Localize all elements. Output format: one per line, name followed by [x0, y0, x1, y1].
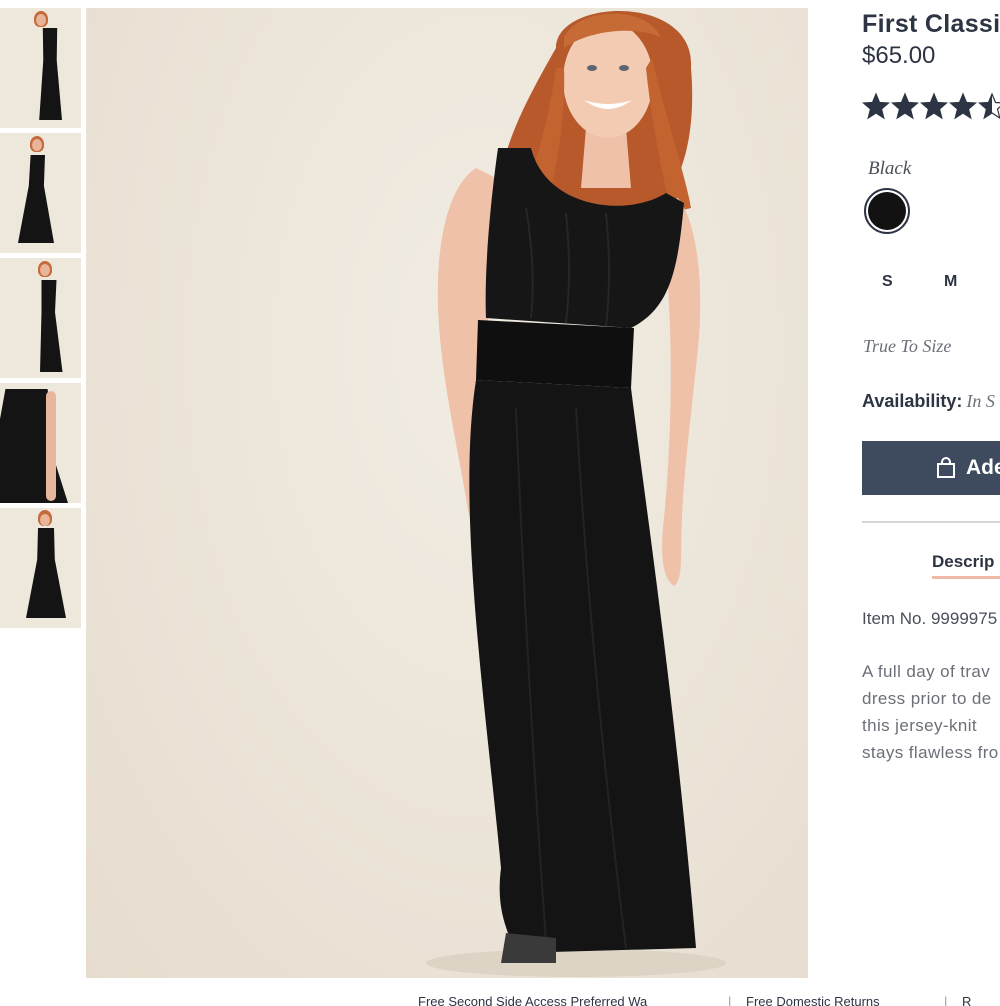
footer-separator: |: [944, 994, 947, 1006]
add-to-bag-button[interactable]: Ade: [862, 441, 1000, 495]
availability-label: Availability:: [862, 391, 962, 411]
tab-description[interactable]: Descrip: [932, 552, 994, 572]
product-info-panel: First Classi $65.00 Black S M True To Si…: [862, 0, 1000, 1000]
footer-link-other[interactable]: R: [962, 994, 971, 1006]
star-icon: [891, 92, 919, 120]
thumbnail-figure-head: [40, 264, 50, 276]
footer-separator: |: [728, 994, 731, 1006]
thumbnail-figure-head: [32, 139, 42, 151]
thumbnail-1[interactable]: [0, 8, 81, 128]
section-divider: [862, 521, 1000, 523]
product-description: A full day of trav dress prior to de thi…: [862, 658, 1000, 766]
swatch-fill: [868, 192, 906, 230]
color-label: Black: [868, 158, 911, 180]
thumbnail-figure-head: [40, 514, 50, 526]
thumbnail-5[interactable]: [0, 508, 81, 628]
star-icon: [949, 92, 977, 120]
star-icon: [978, 92, 1000, 120]
footer-benefits-bar: Free Second Side Access Preferred Wa | F…: [400, 986, 1000, 1006]
description-line: dress prior to de: [862, 685, 1000, 712]
thumbnail-dress: [34, 280, 64, 372]
thumbnail-dress: [26, 528, 66, 618]
shopping-bag-icon: [936, 457, 956, 479]
thumbnail-3[interactable]: [0, 258, 81, 378]
main-product-image[interactable]: [86, 8, 808, 978]
thumbnail-2[interactable]: [0, 133, 81, 253]
size-option-m[interactable]: M: [944, 273, 957, 291]
star-icon: [920, 92, 948, 120]
thumbnail-dress: [0, 383, 68, 503]
description-line: this jersey-knit: [862, 712, 1000, 739]
size-option-s[interactable]: S: [882, 273, 893, 291]
product-title: First Classi: [862, 10, 1000, 39]
thumbnail-4[interactable]: [0, 383, 81, 503]
availability-value: In S: [966, 391, 995, 411]
footer-link-returns[interactable]: Free Domestic Returns: [746, 994, 880, 1006]
color-swatch-black[interactable]: [864, 188, 910, 234]
thumbnail-figure-head: [36, 14, 46, 26]
add-to-bag-label: Ade: [966, 456, 1000, 480]
thumbnail-dress: [38, 28, 62, 120]
tab-active-indicator: [932, 576, 1000, 579]
thumbnail-arm: [46, 391, 56, 501]
fit-note: True To Size: [863, 336, 951, 357]
availability: Availability:In S: [862, 391, 995, 412]
star-icon: [862, 92, 890, 120]
product-price: $65.00: [862, 42, 935, 70]
item-number: Item No. 9999975: [862, 609, 997, 629]
rating-stars[interactable]: [862, 92, 1000, 120]
description-line: A full day of trav: [862, 658, 1000, 685]
footer-link-shipping[interactable]: Free Second Side Access Preferred Wa: [418, 994, 647, 1006]
model-illustration: [86, 8, 808, 978]
description-line: stays flawless fro: [862, 739, 1000, 766]
thumbnail-dress: [18, 155, 54, 243]
